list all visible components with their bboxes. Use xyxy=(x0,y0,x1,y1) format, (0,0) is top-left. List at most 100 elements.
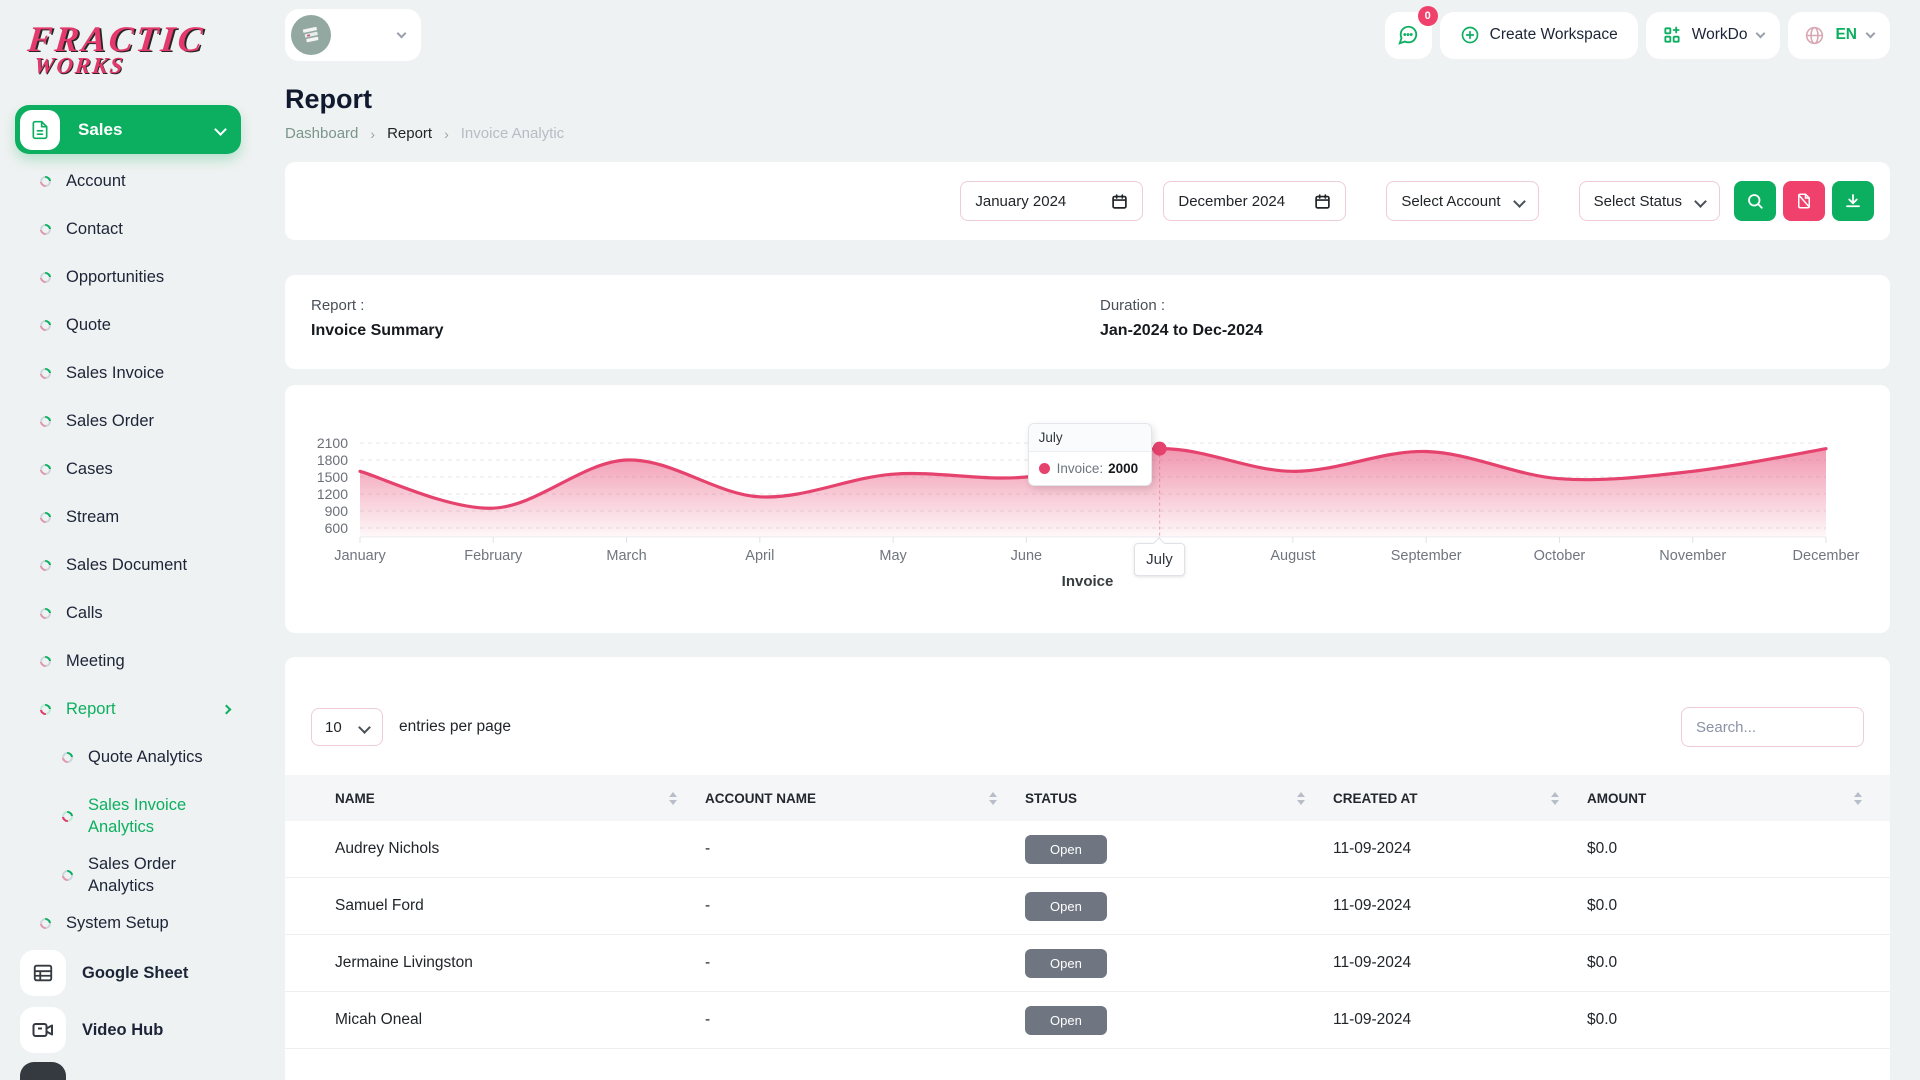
account-select-value: Select Account xyxy=(1401,193,1500,210)
sort-arrows-icon[interactable] xyxy=(1297,792,1305,805)
create-workspace-button[interactable]: Create Workspace xyxy=(1440,12,1638,59)
svg-text:August: August xyxy=(1270,548,1315,564)
sidebar-item-system-setup[interactable]: System Setup xyxy=(0,899,258,947)
sort-arrows-icon[interactable] xyxy=(1551,792,1559,805)
sidebar-item-sales-document[interactable]: Sales Document xyxy=(0,541,258,589)
invoice-chart-card: 2100180015001200900600JanuaryFebruaryMar… xyxy=(285,385,1890,633)
svg-text:May: May xyxy=(879,548,907,564)
invoice-table: NAMEACCOUNT NAME STATUSCREATED ATAMOUNT A… xyxy=(285,775,1890,1049)
svg-text:600: 600 xyxy=(325,520,349,536)
chevron-down-icon xyxy=(397,29,407,39)
language-selector[interactable]: EN xyxy=(1788,12,1890,59)
sidebar-item-label: Sales Document xyxy=(66,554,187,576)
table-row: Jermaine Livingston-Open11-09-2024$0.0 xyxy=(285,935,1890,992)
duration-value: Jan-2024 to Dec-2024 xyxy=(1100,322,1263,340)
clear-filter-button[interactable] xyxy=(1783,181,1825,221)
sidebar-item-label: Opportunities xyxy=(66,266,164,288)
status-select[interactable]: Select Status xyxy=(1579,181,1720,221)
apps-grid-icon xyxy=(1662,25,1682,45)
sidebar-item-quote-analytics[interactable]: Quote Analytics xyxy=(0,733,258,781)
sidebar-item-sales-order[interactable]: Sales Order xyxy=(0,397,258,445)
circle-bullet-icon xyxy=(38,915,53,930)
sort-arrows-icon[interactable] xyxy=(669,792,677,805)
calendar-icon xyxy=(1111,193,1128,210)
sidebar-item-label: Sales Order xyxy=(66,410,154,432)
brand-logo-line2: WORKS xyxy=(33,53,207,79)
report-summary-left: Report : Invoice Summary xyxy=(311,297,1864,340)
sidebar-item-label: Quote Analytics xyxy=(88,746,203,768)
sidebar-tools: Google Sheet Video Hub xyxy=(20,950,258,1064)
sort-arrows-icon[interactable] xyxy=(989,792,997,805)
video-icon xyxy=(20,1007,66,1053)
chevron-down-icon xyxy=(1756,29,1766,39)
sidebar-tool-partial[interactable] xyxy=(20,1062,66,1080)
brand-logo[interactable]: FRACTIC WORKS xyxy=(28,18,205,79)
svg-text:November: November xyxy=(1659,548,1726,564)
column-header-account-name[interactable]: ACCOUNT NAME xyxy=(705,775,1025,821)
sidebar-item-stream[interactable]: Stream xyxy=(0,493,258,541)
breadcrumb-dashboard[interactable]: Dashboard xyxy=(285,125,358,142)
workspace-selector[interactable] xyxy=(285,9,421,61)
sort-arrows-icon[interactable] xyxy=(1854,792,1862,805)
sidebar-item-opportunities[interactable]: Opportunities xyxy=(0,253,258,301)
search-icon xyxy=(1746,192,1764,210)
column-header-label: ACCOUNT NAME xyxy=(705,791,816,806)
svg-text:January: January xyxy=(334,548,386,564)
sidebar-item-contact[interactable]: Contact xyxy=(0,205,258,253)
sidebar-tool-google-sheet[interactable]: Google Sheet xyxy=(20,950,258,996)
page-title: Report xyxy=(285,84,1890,115)
invoice-area-chart[interactable]: 2100180015001200900600JanuaryFebruaryMar… xyxy=(285,385,1890,600)
workdo-menu-button[interactable]: WorkDo xyxy=(1646,12,1781,59)
search-filter-button[interactable] xyxy=(1734,181,1776,221)
column-header-name[interactable]: NAME xyxy=(285,775,705,821)
column-header-amount[interactable]: AMOUNT xyxy=(1587,775,1890,821)
sidebar-item-quote[interactable]: Quote xyxy=(0,301,258,349)
sidebar-tool-video-hub[interactable]: Video Hub xyxy=(20,1007,258,1053)
status-badge: Open xyxy=(1025,949,1107,978)
column-header-created-at[interactable]: CREATED AT xyxy=(1333,775,1587,821)
name-cell: Micah Oneal xyxy=(285,992,705,1048)
globe-icon xyxy=(1804,25,1825,46)
tooltip-series-label: Invoice: xyxy=(1057,461,1104,476)
sidebar-item-report[interactable]: Report xyxy=(0,685,258,733)
account-select[interactable]: Select Account xyxy=(1386,181,1538,221)
download-icon xyxy=(1844,192,1862,210)
amount-cell: $0.0 xyxy=(1587,821,1890,877)
status-cell: Open xyxy=(1025,992,1333,1048)
language-label: EN xyxy=(1835,26,1857,44)
start-date-value: January 2024 xyxy=(975,193,1066,210)
chat-button[interactable]: 0 xyxy=(1385,12,1432,59)
sidebar-item-cases[interactable]: Cases xyxy=(0,445,258,493)
tooltip-value: 2000 xyxy=(1108,461,1138,476)
sidebar-item-label: System Setup xyxy=(66,912,169,934)
sidebar-item-meeting[interactable]: Meeting xyxy=(0,637,258,685)
breadcrumb-report[interactable]: Report xyxy=(387,125,432,142)
search-input[interactable] xyxy=(1681,707,1864,747)
selected-month-label: July xyxy=(1134,543,1185,576)
circle-bullet-icon xyxy=(38,317,53,332)
entries-per-page-value: 10 xyxy=(325,719,342,736)
circle-bullet-icon xyxy=(60,867,75,882)
amount-cell: $0.0 xyxy=(1587,878,1890,934)
plus-circle-icon xyxy=(1460,25,1480,45)
duration-label: Duration : xyxy=(1100,297,1263,314)
sidebar-app-sales[interactable]: Sales xyxy=(15,105,241,154)
account-cell: - xyxy=(705,878,1025,934)
sidebar-item-sales-order-analytics[interactable]: Sales Order Analytics xyxy=(0,851,258,899)
topbar: 0 Create Workspace WorkDo EN xyxy=(285,0,1890,70)
start-date-input[interactable]: January 2024 xyxy=(960,181,1143,221)
svg-text:December: December xyxy=(1793,548,1860,564)
table-header-row: NAMEACCOUNT NAME STATUSCREATED ATAMOUNT xyxy=(285,775,1890,821)
sidebar-item-calls[interactable]: Calls xyxy=(0,589,258,637)
sidebar-item-sales-invoice[interactable]: Sales Invoice xyxy=(0,349,258,397)
svg-text:September: September xyxy=(1391,548,1462,564)
chart-axis-title: Invoice xyxy=(285,573,1890,590)
download-button[interactable] xyxy=(1832,181,1874,221)
end-date-input[interactable]: December 2024 xyxy=(1163,181,1346,221)
entries-per-page-select[interactable]: 10 xyxy=(311,708,383,746)
chevron-right-icon xyxy=(222,704,232,714)
circle-bullet-icon xyxy=(38,509,53,524)
sidebar-item-account[interactable]: Account xyxy=(0,157,258,205)
column-header-status[interactable]: STATUS xyxy=(1025,775,1333,821)
sidebar-item-sales-invoice-analytics[interactable]: Sales Invoice Analytics xyxy=(0,781,258,851)
